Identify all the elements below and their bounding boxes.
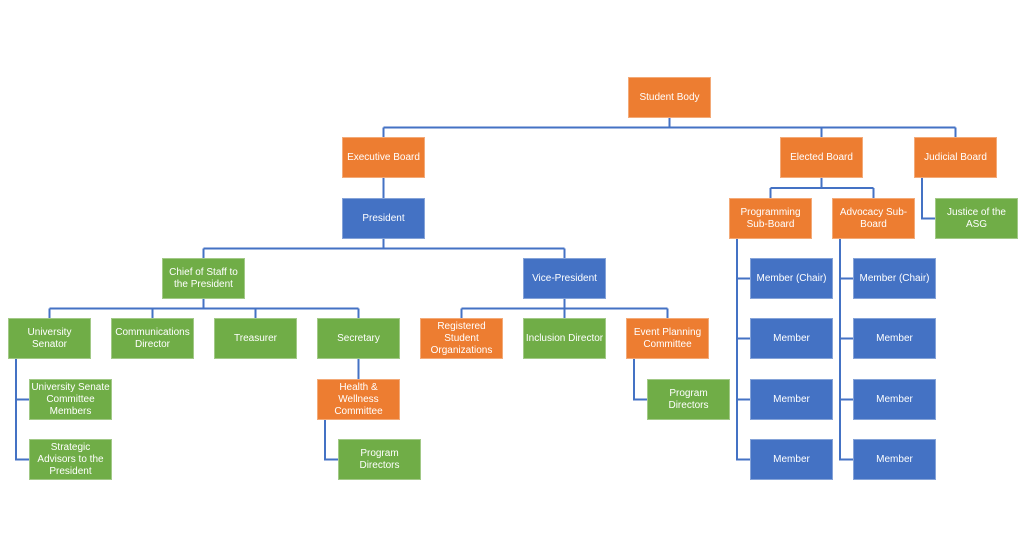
org-node-justice-asg: Justice of the ASG [935, 198, 1018, 239]
org-node-label: Chief of Staff to the President [169, 266, 238, 290]
org-node-label: Inclusion Director [525, 332, 604, 344]
org-node-adv-member-1: Member [853, 318, 936, 359]
org-node-label: Program Directors [668, 387, 709, 411]
org-node-label: University Senator [27, 326, 72, 350]
org-chart: Student Body Executive Board Elected Board… [0, 0, 1024, 553]
org-node-prog-member-3: Member [750, 439, 833, 480]
org-node-treasurer: Treasurer [214, 318, 297, 359]
org-node-registered-student-orgs: Registered Student Organizations [420, 318, 503, 359]
org-node-label: Member [773, 393, 810, 405]
org-node-label: Member (Chair) [859, 272, 930, 284]
org-node-label: Health & Wellness Committee [334, 381, 383, 417]
org-node-inclusion-director: Inclusion Director [523, 318, 606, 359]
org-node-label: Executive Board [347, 151, 420, 163]
org-node-label: Justice of the ASG [947, 206, 1006, 230]
org-node-label: Member [876, 453, 913, 465]
connector-to-prog-member-chair [736, 239, 750, 280]
connector-to-prog-member-1 [736, 239, 750, 340]
connector-to-prog-member-2 [736, 239, 750, 401]
org-node-label: President [362, 212, 405, 224]
connector-to-adv-member-3 [839, 239, 853, 461]
org-node-label: Vice-President [532, 272, 597, 284]
org-node-label: Elected Board [790, 151, 853, 163]
org-node-program-directors-ep: Program Directors [647, 379, 730, 420]
connector-to-program-directors-ep [633, 359, 647, 401]
org-node-label: Student Body [639, 91, 700, 103]
org-node-university-senator: University Senator [8, 318, 91, 359]
org-node-label: Judicial Board [924, 151, 987, 163]
org-node-adv-member-2: Member [853, 379, 936, 420]
connector-to-justice-asg [921, 178, 935, 220]
org-node-judicial-board: Judicial Board [914, 137, 997, 178]
org-node-president: President [342, 198, 425, 239]
org-node-label: University Senate Committee Members [31, 381, 110, 417]
org-node-secretary: Secretary [317, 318, 400, 359]
org-node-label: Event Planning Committee [633, 326, 702, 350]
connector-to-senate-committee-members [15, 359, 29, 401]
connector-to-program-directors-hw [324, 420, 338, 461]
org-node-label: Communications Director [115, 326, 190, 350]
connector-to-adv-member-2 [839, 239, 853, 401]
org-node-label: Registered Student Organizations [430, 320, 493, 356]
org-node-label: Member [876, 393, 913, 405]
org-node-prog-member-1: Member [750, 318, 833, 359]
org-node-label: Secretary [337, 332, 380, 344]
org-node-programming-sub-board: Programming Sub-Board [729, 198, 812, 239]
org-node-label: Member (Chair) [756, 272, 827, 284]
org-node-label: Member [773, 332, 810, 344]
org-node-strategic-advisors: Strategic Advisors to the President [29, 439, 112, 480]
org-node-label: Program Directors [359, 447, 400, 471]
org-node-label: Treasurer [234, 332, 277, 344]
connector-to-adv-member-1 [839, 239, 853, 340]
org-node-advocacy-sub-board: Advocacy Sub-Board [832, 198, 915, 239]
org-node-adv-member-3: Member [853, 439, 936, 480]
org-node-label: Strategic Advisors to the President [37, 441, 104, 477]
org-node-prog-member-2: Member [750, 379, 833, 420]
connector-to-adv-member-chair [839, 239, 853, 280]
org-node-vice-president: Vice-President [523, 258, 606, 299]
org-node-senate-committee-members: University Senate Committee Members [29, 379, 112, 420]
org-node-communications-director: Communications Director [111, 318, 194, 359]
org-node-student-body: Student Body [628, 77, 711, 118]
org-node-label: Member [773, 453, 810, 465]
org-node-event-planning-committee: Event Planning Committee [626, 318, 709, 359]
org-node-adv-member-chair: Member (Chair) [853, 258, 936, 299]
connector-to-strategic-advisors [15, 359, 29, 461]
org-node-program-directors-hw: Program Directors [338, 439, 421, 480]
org-node-health-wellness-committee: Health & Wellness Committee [317, 379, 400, 420]
org-node-label: Programming Sub-Board [740, 206, 801, 230]
org-node-label: Member [876, 332, 913, 344]
org-node-executive-board: Executive Board [342, 137, 425, 178]
org-node-label: Advocacy Sub-Board [839, 206, 908, 230]
org-node-chief-of-staff: Chief of Staff to the President [162, 258, 245, 299]
org-node-prog-member-chair: Member (Chair) [750, 258, 833, 299]
connector-to-prog-member-3 [736, 239, 750, 461]
org-node-elected-board: Elected Board [780, 137, 863, 178]
